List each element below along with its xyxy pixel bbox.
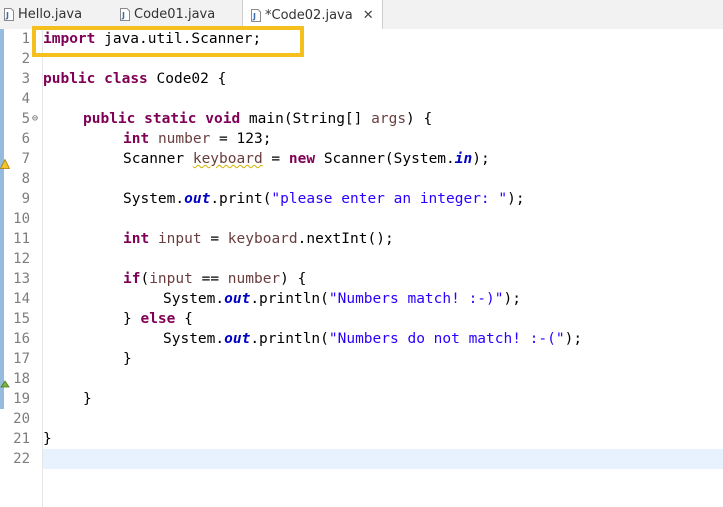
- svg-text:J: J: [5, 11, 9, 20]
- line-number: 2: [21, 51, 30, 67]
- line-number: 8: [21, 171, 30, 187]
- code-line-5: public static void main(String[] args) {: [83, 111, 433, 127]
- tab-label: Code01.java: [134, 7, 216, 22]
- code-line-14: System.out.println("Numbers match! :-)")…: [163, 291, 521, 307]
- fold-toggle-icon[interactable]: ⊖: [32, 113, 38, 124]
- svg-text:J: J: [252, 12, 256, 21]
- java-file-icon: J: [120, 8, 130, 21]
- line-number: 13: [13, 271, 30, 287]
- line-number: 21: [13, 431, 30, 447]
- code-line-13: if(input == number) {: [123, 271, 307, 287]
- code-line-6: int number = 123;: [123, 131, 272, 147]
- code-editor[interactable]: 1 2 3 4 5 6 7 8 9 10 11 12 13 14 15 16 1…: [0, 26, 723, 507]
- line-number: 11: [13, 231, 30, 247]
- import-highlight-box: [32, 26, 304, 57]
- line-number: 9: [21, 191, 30, 207]
- code-line-19: }: [83, 391, 92, 407]
- line-number: 19: [13, 391, 30, 407]
- override-marker-icon[interactable]: [0, 374, 10, 388]
- code-line-3: public class Code02 {: [43, 71, 227, 87]
- line-number: 12: [13, 251, 30, 267]
- code-line-15: } else {: [123, 311, 193, 327]
- line-number: 6: [21, 131, 30, 147]
- line-number: 22: [13, 451, 30, 467]
- tab-label: Hello.java: [18, 7, 83, 22]
- code-line-21: }: [43, 431, 52, 447]
- svg-text:J: J: [121, 11, 125, 20]
- tab-code01-java[interactable]: J Code01.java: [120, 0, 215, 29]
- tab-label: *Code02.java: [265, 7, 353, 23]
- tab-hello-java[interactable]: J Hello.java: [4, 0, 82, 29]
- java-file-icon: J: [4, 8, 14, 21]
- line-number: 17: [13, 351, 30, 367]
- line-number: 20: [13, 411, 30, 427]
- line-number: 14: [13, 291, 30, 307]
- line-number: 10: [13, 211, 30, 227]
- code-line-7: Scanner keyboard = new Scanner(System.in…: [123, 151, 490, 167]
- code-line-16: System.out.println("Numbers do not match…: [163, 331, 583, 347]
- line-number: 4: [21, 91, 30, 107]
- code-text-area[interactable]: import java.util.Scanner; public class C…: [43, 29, 723, 507]
- code-line-9: System.out.print("please enter an intege…: [123, 191, 525, 207]
- line-number: 3: [21, 71, 30, 87]
- current-line-highlight: [43, 449, 723, 469]
- line-number-gutter: 1 2 3 4 5 6 7 8 9 10 11 12 13 14 15 16 1…: [0, 29, 43, 507]
- line-number: 1: [21, 31, 30, 47]
- close-icon[interactable]: ✕: [363, 8, 374, 23]
- code-line-17: }: [123, 351, 132, 367]
- line-number: 16: [13, 331, 30, 347]
- warning-icon[interactable]: [0, 154, 11, 169]
- line-number: 5: [21, 111, 30, 127]
- line-number: 15: [13, 311, 30, 327]
- java-file-icon: J: [251, 8, 261, 22]
- code-line-11: int input = keyboard.nextInt();: [123, 231, 394, 247]
